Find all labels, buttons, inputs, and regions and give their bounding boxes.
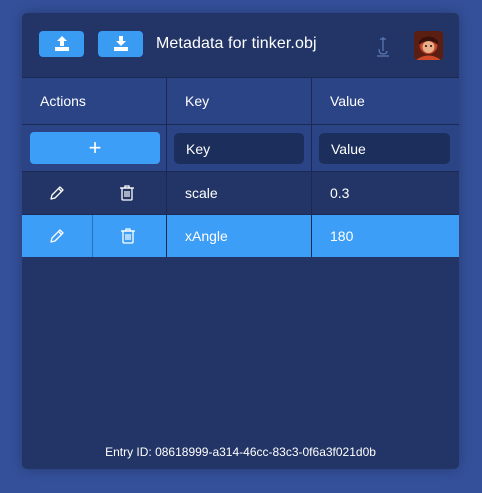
table-row[interactable]: scale 0.3 [22, 171, 459, 214]
column-header-actions: Actions [22, 78, 167, 124]
new-entry-row: + [22, 124, 459, 171]
delete-button[interactable] [92, 172, 162, 214]
avatar[interactable] [414, 31, 443, 60]
pin-icon[interactable] [373, 35, 391, 57]
download-button[interactable] [98, 31, 143, 57]
metadata-panel: Metadata for tinker.obj Actions Key Valu… [22, 13, 459, 469]
trash-icon [120, 185, 134, 201]
panel-header: Metadata for tinker.obj [22, 13, 459, 77]
panel-title: Metadata for tinker.obj [156, 35, 317, 52]
pencil-icon [50, 186, 64, 200]
value-input[interactable] [319, 133, 450, 164]
pencil-icon [50, 229, 64, 243]
trash-icon [121, 228, 135, 244]
row-key: scale [167, 172, 312, 214]
column-header-key: Key [167, 78, 312, 124]
column-header-value: Value [330, 93, 365, 109]
table-row-selected[interactable]: xAngle 180 [22, 214, 459, 257]
key-input[interactable] [174, 133, 304, 164]
entry-id: Entry ID: 08618999-a314-46cc-83c3-0f6a3f… [105, 445, 376, 459]
delete-button[interactable] [93, 215, 163, 257]
row-value: 180 [330, 228, 354, 244]
edit-button[interactable] [22, 172, 92, 214]
add-entry-button[interactable]: + [30, 132, 160, 164]
table-header-row: Actions Key Value [22, 77, 459, 124]
edit-button[interactable] [22, 215, 93, 257]
upload-button[interactable] [39, 31, 84, 57]
row-value: 0.3 [330, 185, 350, 201]
upload-icon [54, 36, 69, 51]
metadata-table: Actions Key Value + Key Value scale 0.3 … [22, 77, 459, 257]
row-key: xAngle [167, 215, 312, 257]
download-icon [113, 36, 128, 51]
